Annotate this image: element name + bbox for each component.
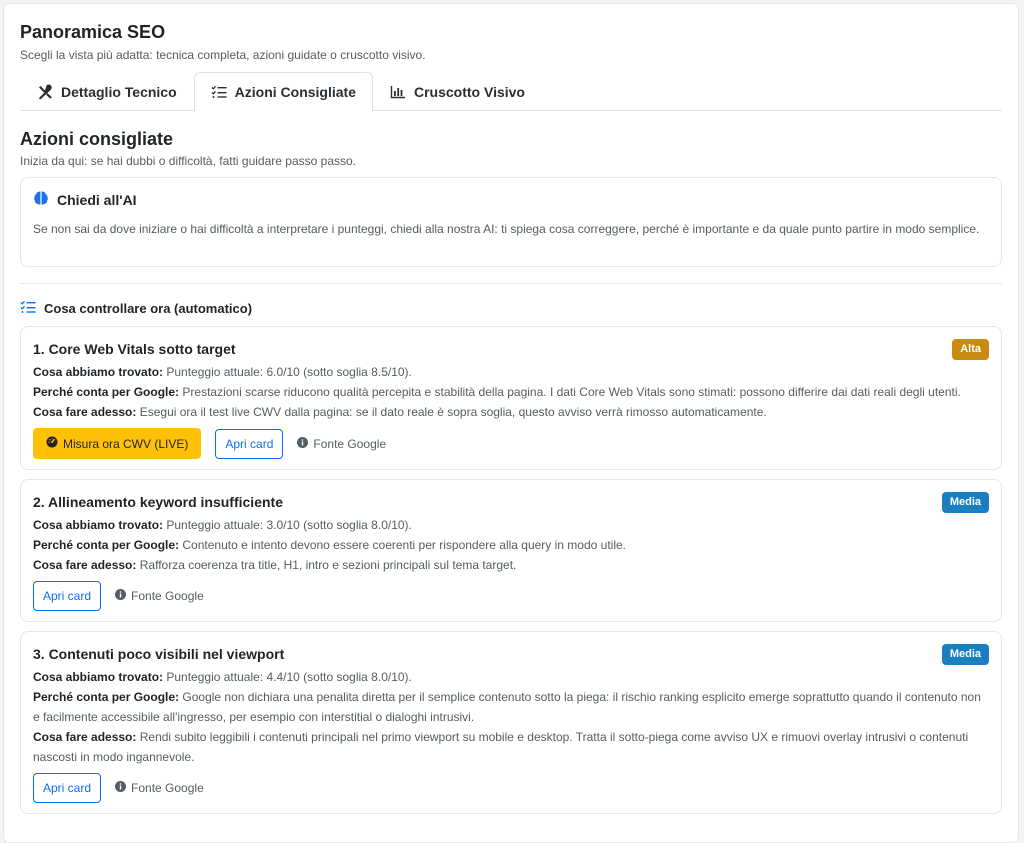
auto-checks-heading: Cosa controllare ora (automatico): [20, 300, 1002, 318]
seo-panel: Panoramica SEO Scegli la vista più adatt…: [3, 3, 1019, 843]
info-icon: [115, 589, 127, 603]
priority-badge: Media: [941, 643, 989, 665]
info-icon: [115, 781, 127, 795]
tab-cruscotto-visivo[interactable]: Cruscotto Visivo: [373, 72, 542, 111]
open-card-button[interactable]: Apri card: [33, 581, 102, 611]
page-title: Panoramica SEO: [20, 22, 166, 42]
issue-todo: Cosa fare adesso: Esegui ora il test liv…: [33, 405, 767, 419]
issue-found: Cosa abbiamo trovato: Punteggio attuale:…: [33, 518, 412, 532]
issue-why: Perché conta per Google: Contenuto e int…: [33, 538, 627, 552]
section-title: Azioni consigliate: [20, 129, 174, 149]
ask-ai-title: Chiedi all'AI: [57, 191, 137, 208]
priority-badge: Alta: [952, 338, 989, 360]
checklist-icon: [20, 300, 36, 318]
section-subtitle: Inizia da qui: se hai dubbi o difficoltà…: [20, 154, 356, 168]
issue-found: Cosa abbiamo trovato: Punteggio attuale:…: [33, 670, 412, 684]
issue-card: 1. Core Web Vitals sotto target Alta Cos…: [20, 326, 1002, 470]
issue-title: 3. Contenuti poco visibili nel viewport: [33, 646, 285, 662]
open-card-button[interactable]: Apri card: [215, 428, 284, 459]
ask-ai-text: Se non sai da dove iniziare o hai diffic…: [33, 222, 980, 236]
issue-todo: Cosa fare adesso: Rendi subito leggibili…: [33, 730, 969, 764]
info-icon: [297, 436, 309, 451]
google-source-link[interactable]: Fonte Google: [115, 589, 204, 603]
tab-bar: Dettaglio Tecnico Azioni Consigliate Cru…: [20, 72, 1002, 112]
checklist-icon: [211, 85, 227, 99]
tab-label: Azioni Consigliate: [234, 84, 356, 100]
tab-label: Cruscotto Visivo: [414, 83, 525, 100]
auto-checks-title: Cosa controllare ora (automatico): [44, 301, 253, 316]
tab-azioni-consigliate[interactable]: Azioni Consigliate: [193, 72, 373, 112]
divider: [20, 283, 1002, 284]
bar-chart-icon: [390, 85, 406, 99]
issue-card: 3. Contenuti poco visibili nel viewport …: [20, 631, 1002, 814]
tab-label: Dettaglio Tecnico: [61, 83, 177, 100]
tools-icon: [37, 83, 53, 100]
issue-why: Perché conta per Google: Prestazioni sca…: [33, 385, 961, 399]
priority-badge: Media: [941, 491, 989, 513]
issue-todo: Cosa fare adesso: Rafforza coerenza tra …: [33, 558, 517, 572]
tab-dettaglio-tecnico[interactable]: Dettaglio Tecnico: [20, 72, 194, 111]
google-source-link[interactable]: Fonte Google: [115, 781, 204, 795]
page-subtitle: Scegli la vista più adatta: tecnica comp…: [20, 48, 426, 62]
issue-title: 1. Core Web Vitals sotto target: [33, 341, 236, 357]
issue-found: Cosa abbiamo trovato: Punteggio attuale:…: [33, 365, 412, 379]
issue-why: Perché conta per Google: Google non dich…: [33, 690, 981, 724]
issue-title: 2. Allineamento keyword insufficiente: [33, 494, 283, 510]
gauge-icon: [46, 436, 58, 451]
issue-card: 2. Allineamento keyword insufficiente Me…: [20, 479, 1002, 622]
measure-cwv-button[interactable]: Misura ora CWV (LIVE): [33, 428, 202, 459]
open-card-button[interactable]: Apri card: [33, 773, 102, 803]
google-source-link[interactable]: Fonte Google: [297, 436, 386, 451]
brain-icon: [33, 190, 49, 209]
ask-ai-card: Chiedi all'AI Se non sai da dove iniziar…: [20, 177, 1002, 267]
